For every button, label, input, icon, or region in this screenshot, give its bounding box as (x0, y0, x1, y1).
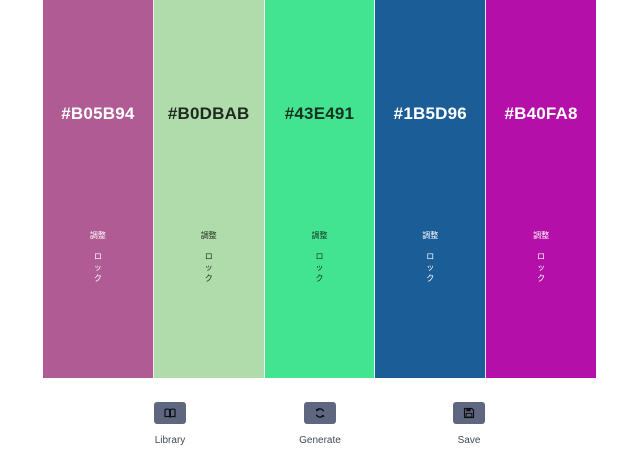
lock-button[interactable]: ロック (313, 251, 325, 284)
save-label[interactable]: Save (458, 435, 481, 446)
adjust-button[interactable]: 調整 (375, 230, 485, 241)
generate-label[interactable]: Generate (299, 435, 341, 446)
library-label[interactable]: Library (155, 435, 186, 446)
lock-button[interactable]: ロック (535, 251, 547, 284)
lock-button[interactable]: ロック (424, 251, 436, 284)
hex-code-label[interactable]: #B0DBAB (154, 104, 264, 124)
color-swatch-4[interactable]: #1B5D96 調整 ロック (375, 0, 487, 378)
lock-button[interactable]: ロック (92, 251, 104, 284)
color-palette: #B05B94 調整 ロック #B0DBAB 調整 ロック #43E491 調整… (43, 0, 596, 378)
floppy-disk-icon (463, 407, 475, 419)
hex-code-label[interactable]: #B05B94 (43, 104, 153, 124)
color-swatch-2[interactable]: #B0DBAB 調整 ロック (153, 0, 265, 378)
library-tool[interactable]: Library (130, 402, 210, 446)
generate-tool[interactable]: Generate (280, 402, 360, 446)
adjust-button[interactable]: 調整 (154, 230, 264, 241)
save-tool[interactable]: Save (429, 402, 509, 446)
color-swatch-1[interactable]: #B05B94 調整 ロック (43, 0, 154, 378)
color-swatch-3[interactable]: #43E491 調整 ロック (264, 0, 376, 378)
color-swatch-5[interactable]: #B40FA8 調整 ロック (486, 0, 596, 378)
save-button[interactable] (453, 402, 485, 424)
hex-code-label[interactable]: #43E491 (265, 104, 375, 124)
hex-code-label[interactable]: #B40FA8 (486, 104, 596, 124)
adjust-button[interactable]: 調整 (43, 230, 153, 241)
generate-button[interactable] (304, 402, 336, 424)
book-icon (164, 408, 176, 418)
refresh-icon (315, 408, 325, 418)
adjust-button[interactable]: 調整 (265, 230, 375, 241)
bottom-toolbar: Library Generate Save (0, 402, 640, 452)
library-button[interactable] (154, 402, 186, 424)
lock-button[interactable]: ロック (203, 251, 215, 284)
adjust-button[interactable]: 調整 (486, 230, 596, 241)
hex-code-label[interactable]: #1B5D96 (375, 104, 485, 124)
